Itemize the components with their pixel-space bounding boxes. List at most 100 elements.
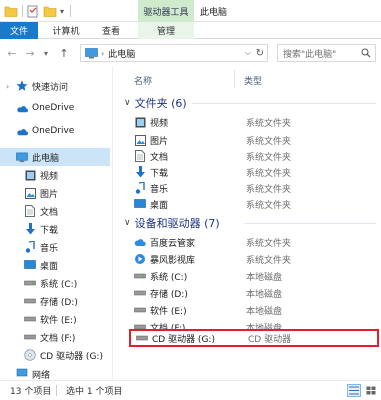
list-item[interactable]: 下载 系统文件夹 bbox=[132, 164, 376, 180]
group-header-devices[interactable]: ∨ 设备和驱动器 (7) bbox=[124, 215, 220, 231]
computer-icon bbox=[16, 151, 28, 163]
nav-item-drive-c[interactable]: 系统 (C:) bbox=[0, 274, 110, 292]
nav-item-music[interactable]: 音乐 bbox=[0, 238, 110, 256]
nav-item-drive-e[interactable]: 软件 (E:) bbox=[0, 310, 110, 328]
download-arrow-icon bbox=[134, 166, 146, 178]
pane-divider[interactable] bbox=[112, 66, 113, 380]
properties-icon[interactable] bbox=[27, 4, 39, 18]
cloud-icon bbox=[16, 102, 28, 114]
video-icon bbox=[134, 116, 146, 128]
list-item[interactable]: 音乐 系统文件夹 bbox=[132, 180, 376, 196]
tab-file[interactable]: 文件 bbox=[0, 22, 38, 39]
address-dropdown-icon[interactable]: ⌵ bbox=[245, 48, 251, 58]
large-icons-view-icon[interactable] bbox=[364, 384, 378, 397]
column-separator[interactable] bbox=[234, 70, 235, 88]
nav-item-drive-f[interactable]: 文档 (F:) bbox=[0, 328, 110, 346]
cd-drive-icon bbox=[136, 332, 148, 344]
hard-drive-icon bbox=[24, 331, 36, 343]
list-item[interactable]: 视频 系统文件夹 bbox=[132, 114, 376, 130]
path-separator-icon: › bbox=[101, 48, 105, 58]
forward-arrow-icon[interactable]: → bbox=[24, 46, 36, 60]
hard-drive-icon bbox=[134, 304, 146, 316]
nav-item-this-pc[interactable]: 此电脑 bbox=[0, 148, 110, 166]
hard-drive-icon bbox=[24, 313, 36, 325]
baidu-cloud-icon bbox=[134, 236, 146, 248]
list-item[interactable]: 桌面 系统文件夹 bbox=[132, 196, 376, 212]
desktop-icon bbox=[24, 259, 36, 271]
nav-item-drive-g[interactable]: CD 驱动器 (G:) bbox=[0, 346, 110, 364]
nav-item-pictures[interactable]: 图片 bbox=[0, 184, 110, 202]
address-path: 此电脑 bbox=[108, 49, 136, 60]
star-icon bbox=[16, 80, 28, 92]
nav-item-desktop[interactable]: 桌面 bbox=[0, 256, 110, 274]
hard-drive-icon bbox=[134, 287, 146, 299]
selection-count: 选中 1 个项目 bbox=[66, 387, 123, 397]
music-note-icon bbox=[24, 241, 36, 253]
list-item[interactable]: 存储 (D:) 本地磁盘 bbox=[132, 285, 376, 301]
desktop-icon bbox=[134, 198, 146, 210]
details-view-icon[interactable] bbox=[347, 384, 361, 397]
computer-icon bbox=[85, 47, 98, 59]
column-header-name[interactable]: 名称 bbox=[134, 74, 152, 87]
group-divider bbox=[192, 103, 376, 104]
network-icon bbox=[16, 368, 28, 380]
new-folder-icon[interactable] bbox=[43, 4, 57, 18]
window-title: 此电脑 bbox=[200, 7, 228, 18]
navigation-pane: › 快速访问 OneDrive OneDrive 此电脑 视频 图片 文档 下载… bbox=[0, 66, 112, 380]
collapse-chevron-icon[interactable]: ∨ bbox=[124, 98, 131, 108]
nav-item-drive-d[interactable]: 存储 (D:) bbox=[0, 292, 110, 310]
hard-drive-icon bbox=[24, 295, 36, 307]
nav-item-onedrive-1[interactable]: OneDrive bbox=[0, 99, 110, 117]
group-header-folders[interactable]: ∨ 文件夹 (6) bbox=[124, 95, 187, 111]
list-item[interactable]: 百度云管家 系统文件夹 bbox=[132, 234, 376, 250]
list-item[interactable]: 图片 系统文件夹 bbox=[132, 132, 376, 148]
list-item[interactable]: 暴风影视库 系统文件夹 bbox=[132, 251, 376, 267]
list-item[interactable]: 系统 (C:) 本地磁盘 bbox=[132, 268, 376, 284]
search-input[interactable]: 搜索"此电脑" bbox=[277, 44, 376, 62]
nav-item-downloads[interactable]: 下载 bbox=[0, 220, 110, 238]
ribbon-tabs: 文件 计算机 查看 管理 bbox=[0, 22, 381, 39]
quick-access-dropdown-icon[interactable]: ▾ bbox=[60, 4, 64, 18]
cd-drive-icon bbox=[24, 349, 36, 361]
status-bar: 13 个项目 选中 1 个项目 bbox=[0, 380, 381, 400]
document-icon bbox=[24, 205, 36, 217]
content-pane: 名称 类型 ∨ 文件夹 (6) 视频 系统文件夹 图片 系统文件夹 文档 系统文… bbox=[116, 66, 381, 380]
back-arrow-icon[interactable]: ← bbox=[6, 46, 18, 60]
up-arrow-icon[interactable]: ↑ bbox=[58, 46, 70, 60]
group-divider bbox=[244, 223, 376, 224]
title-bar: ▾ 驱动器工具 此电脑 bbox=[0, 0, 381, 22]
picture-icon bbox=[134, 134, 146, 146]
nav-item-network[interactable]: 网络 bbox=[0, 368, 110, 380]
drive-tools-context-tab: 驱动器工具 bbox=[138, 0, 194, 22]
list-item[interactable]: 文档 系统文件夹 bbox=[132, 148, 376, 164]
recent-locations-chevron-icon[interactable]: ▾ bbox=[40, 46, 52, 60]
hard-drive-icon bbox=[24, 277, 36, 289]
app-folder-icon bbox=[4, 4, 18, 18]
hard-drive-icon bbox=[134, 270, 146, 282]
tab-manage[interactable]: 管理 bbox=[138, 22, 194, 39]
video-icon bbox=[24, 169, 36, 181]
tab-view[interactable]: 查看 bbox=[96, 22, 126, 39]
download-arrow-icon bbox=[24, 223, 36, 235]
address-row: ← → ▾ ↑ › 此电脑 ⌵ ↻ 搜索"此电脑" bbox=[0, 40, 381, 66]
collapse-chevron-icon[interactable]: ∨ bbox=[124, 218, 131, 228]
nav-item-onedrive-2[interactable]: OneDrive bbox=[0, 122, 110, 140]
nav-item-videos[interactable]: 视频 bbox=[0, 166, 110, 184]
expand-chevron-icon[interactable]: › bbox=[6, 82, 16, 91]
tab-computer[interactable]: 计算机 bbox=[46, 22, 86, 39]
picture-icon bbox=[24, 187, 36, 199]
address-bar[interactable]: › 此电脑 ⌵ ↻ bbox=[80, 44, 268, 62]
nav-item-quick-access[interactable]: › 快速访问 bbox=[0, 77, 110, 95]
item-count: 13 个项目 bbox=[10, 387, 52, 397]
list-item[interactable]: 软件 (E:) 本地磁盘 bbox=[132, 302, 376, 318]
column-header-type[interactable]: 类型 bbox=[244, 74, 262, 87]
storm-video-icon bbox=[134, 253, 146, 265]
document-icon bbox=[134, 150, 146, 162]
refresh-icon[interactable]: ↻ bbox=[256, 48, 264, 59]
search-placeholder: 搜索"此电脑" bbox=[283, 49, 337, 60]
nav-item-documents[interactable]: 文档 bbox=[0, 202, 110, 220]
list-item-cd-drive-highlighted[interactable]: CD 驱动器 (G:) CD 驱动器 bbox=[129, 329, 379, 347]
music-note-icon bbox=[134, 182, 146, 194]
search-icon[interactable] bbox=[361, 48, 371, 58]
cloud-icon bbox=[16, 125, 28, 137]
